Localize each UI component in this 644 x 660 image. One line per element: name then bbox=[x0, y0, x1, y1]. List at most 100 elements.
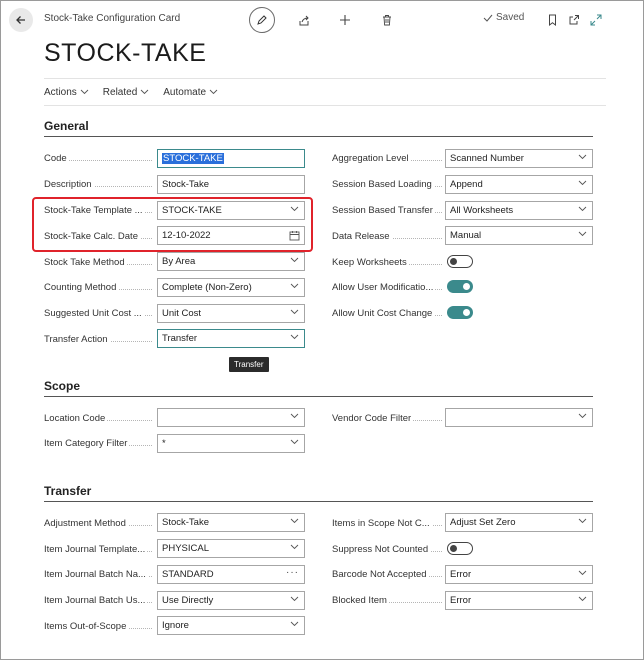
batch-usage-value: Use Directly bbox=[162, 595, 214, 606]
edit-button[interactable] bbox=[249, 7, 275, 33]
arrow-left-icon bbox=[16, 16, 25, 24]
code-field[interactable]: STOCK-TAKE bbox=[157, 149, 305, 168]
batch-name-label: Item Journal Batch Na... bbox=[44, 569, 152, 580]
description-label: Description bbox=[44, 179, 152, 190]
allow-modification-toggle[interactable] bbox=[447, 280, 473, 293]
chevron-down-icon bbox=[578, 180, 587, 186]
batch-name-field[interactable]: STANDARD ··· bbox=[157, 565, 305, 584]
share-button[interactable] bbox=[291, 7, 317, 33]
chevron-down-icon bbox=[578, 231, 587, 237]
in-scope-label: Items in Scope Not C... bbox=[332, 518, 442, 529]
chevron-down-icon bbox=[290, 439, 299, 445]
chevron-down-icon bbox=[290, 413, 299, 419]
blocked-item-label: Blocked Item bbox=[332, 595, 442, 606]
chevron-down-icon bbox=[209, 89, 218, 95]
transfer-action-value: Transfer bbox=[162, 333, 198, 344]
out-of-scope-label: Items Out-of-Scope bbox=[44, 621, 152, 632]
delete-button[interactable] bbox=[374, 7, 400, 33]
adjustment-method-select[interactable]: Stock-Take bbox=[157, 513, 305, 532]
allow-cost-change-label: Allow Unit Cost Change bbox=[332, 308, 442, 319]
share-icon bbox=[299, 15, 309, 25]
card-caption: Stock-Take Configuration Card bbox=[44, 13, 181, 24]
chevron-down-icon bbox=[140, 89, 149, 95]
template-label: Stock-Take Template ... bbox=[44, 205, 152, 216]
out-of-scope-select[interactable]: Ignore bbox=[157, 616, 305, 635]
journal-template-value: PHYSICAL bbox=[162, 543, 209, 554]
actions-menu[interactable]: Actions bbox=[44, 87, 89, 98]
blocked-item-select[interactable]: Error bbox=[445, 591, 593, 610]
open-in-new-window-icon bbox=[569, 15, 579, 25]
chevron-down-icon bbox=[578, 570, 587, 576]
vendor-code-label: Vendor Code Filter bbox=[332, 413, 442, 424]
bookmark-icon bbox=[548, 14, 556, 26]
vendor-code-select[interactable] bbox=[445, 408, 593, 427]
session-transfer-select[interactable]: All Worksheets bbox=[445, 201, 593, 220]
pencil-icon bbox=[257, 15, 267, 25]
batch-usage-label: Item Journal Batch Us... bbox=[44, 595, 152, 606]
item-category-label: Item Category Filter bbox=[44, 438, 152, 449]
back-button[interactable] bbox=[9, 8, 33, 32]
expand-button[interactable] bbox=[583, 7, 609, 33]
barcode-value: Error bbox=[450, 569, 472, 580]
trash-icon bbox=[383, 15, 391, 26]
section-scope-header[interactable]: Scope bbox=[44, 379, 593, 397]
aggregation-value: Scanned Number bbox=[450, 153, 524, 164]
keep-worksheets-label: Keep Worksheets bbox=[332, 257, 442, 268]
location-code-label: Location Code bbox=[44, 413, 152, 424]
keep-worksheets-toggle[interactable] bbox=[447, 255, 473, 268]
location-code-select[interactable] bbox=[157, 408, 305, 427]
session-loading-select[interactable]: Append bbox=[445, 175, 593, 194]
code-label: Code bbox=[44, 153, 152, 164]
chevron-down-icon bbox=[290, 621, 299, 627]
expand-icon bbox=[590, 14, 602, 26]
out-of-scope-value: Ignore bbox=[162, 620, 189, 631]
data-release-label: Data Release bbox=[332, 231, 442, 242]
method-select[interactable]: By Area bbox=[157, 252, 305, 271]
related-menu-label: Related bbox=[102, 86, 138, 98]
related-menu[interactable]: Related bbox=[103, 87, 149, 98]
action-bar: Actions Related Automate bbox=[44, 78, 606, 106]
journal-template-label: Item Journal Template... bbox=[44, 544, 152, 555]
suppress-label: Suppress Not Counted bbox=[332, 544, 442, 555]
section-general-header[interactable]: General bbox=[44, 119, 593, 137]
batch-usage-select[interactable]: Use Directly bbox=[157, 591, 305, 610]
chevron-down-icon bbox=[290, 283, 299, 289]
chevron-down-icon bbox=[290, 518, 299, 524]
in-scope-select[interactable]: Adjust Set Zero bbox=[445, 513, 593, 532]
description-value: Stock-Take bbox=[162, 179, 209, 190]
aggregation-select[interactable]: Scanned Number bbox=[445, 149, 593, 168]
section-transfer-header[interactable]: Transfer bbox=[44, 484, 593, 502]
counting-label: Counting Method bbox=[44, 282, 152, 293]
adjustment-method-label: Adjustment Method bbox=[44, 518, 152, 529]
session-loading-label: Session Based Loading bbox=[332, 179, 442, 190]
chevron-down-icon bbox=[290, 309, 299, 315]
counting-select[interactable]: Complete (Non-Zero) bbox=[157, 278, 305, 297]
transfer-action-label: Transfer Action bbox=[44, 334, 152, 345]
unit-cost-select[interactable]: Unit Cost bbox=[157, 304, 305, 323]
session-loading-value: Append bbox=[450, 179, 483, 190]
lookup-ellipsis-icon[interactable]: ··· bbox=[286, 567, 299, 578]
data-release-select[interactable]: Manual bbox=[445, 226, 593, 245]
allow-modification-label: Allow User Modificatio... bbox=[332, 282, 442, 293]
unit-cost-label: Suggested Unit Cost ... bbox=[44, 308, 152, 319]
barcode-select[interactable]: Error bbox=[445, 565, 593, 584]
suppress-toggle[interactable] bbox=[447, 542, 473, 555]
chevron-down-icon bbox=[290, 596, 299, 602]
transfer-action-select[interactable]: Transfer bbox=[157, 329, 305, 348]
batch-name-value: STANDARD bbox=[162, 569, 214, 580]
item-category-select[interactable]: * bbox=[157, 434, 305, 453]
card-window: Stock-Take Configuration Card Saved STOC… bbox=[0, 0, 644, 660]
journal-template-select[interactable]: PHYSICAL bbox=[157, 539, 305, 558]
chevron-down-icon bbox=[290, 334, 299, 340]
method-value: By Area bbox=[162, 256, 196, 267]
saved-label: Saved bbox=[496, 12, 525, 23]
automate-menu[interactable]: Automate bbox=[163, 87, 218, 98]
description-field[interactable]: Stock-Take bbox=[157, 175, 305, 194]
new-button[interactable] bbox=[332, 7, 358, 33]
saved-status: Saved bbox=[483, 12, 524, 23]
adjustment-method-value: Stock-Take bbox=[162, 517, 209, 528]
allow-cost-change-toggle[interactable] bbox=[447, 306, 473, 319]
chevron-down-icon bbox=[578, 206, 587, 212]
check-icon bbox=[483, 14, 493, 22]
plus-icon bbox=[340, 15, 350, 25]
